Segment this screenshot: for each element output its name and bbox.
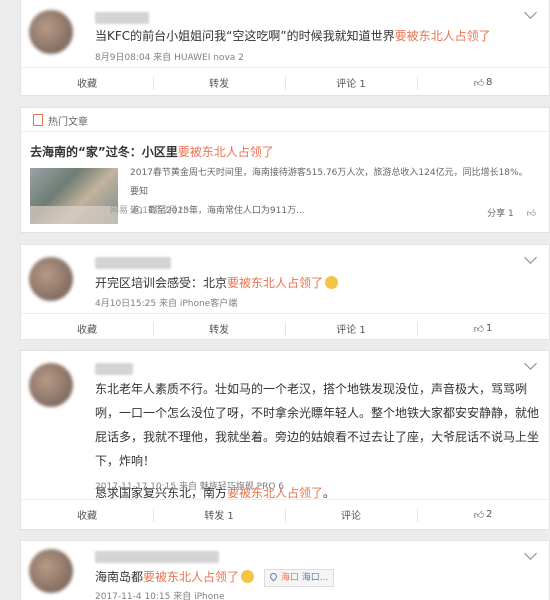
chevron-down-icon[interactable] (524, 6, 537, 19)
chevron-down-icon[interactable] (524, 251, 537, 264)
post-meta: 2017-11-17 10:15 来自 魅族轻巧旗舰 PRO 6 (95, 482, 285, 492)
thumbs-up-icon: 👍︎ (473, 323, 485, 335)
repost-button[interactable]: 转发 (153, 314, 285, 343)
like-button[interactable]: 👍︎ 8 (417, 68, 549, 97)
repost-button[interactable]: 转发 1 (153, 500, 285, 529)
comment-button[interactable]: 评论 (285, 500, 417, 529)
article-thumbnail[interactable] (30, 168, 118, 224)
post-card-4: 海南岛都要被东北人占领了 海口 海口... 2017-11-4 10:15 来自… (20, 540, 550, 600)
avatar[interactable] (29, 257, 73, 301)
highlight-link[interactable]: 要被东北人占领了 (143, 570, 239, 584)
share-button[interactable]: 分享 1 👍︎ (487, 206, 536, 219)
favorite-button[interactable]: 收藏 (21, 500, 153, 529)
action-bar: 收藏 转发 1 评论 👍︎ 2 (21, 499, 549, 529)
location-pin-icon (268, 571, 279, 582)
post-meta: 4月10日15:25 来自 iPhone客户端 (95, 299, 238, 309)
repost-button[interactable]: 转发 (153, 68, 285, 97)
username-blurred[interactable] (95, 363, 133, 375)
comment-button[interactable]: 评论 1 (285, 68, 417, 97)
article-source: 网易 2017年2月20日 (110, 206, 198, 216)
hot-article-header: 热门文章 (21, 108, 549, 132)
favorite-button[interactable]: 收藏 (21, 68, 153, 97)
comment-button[interactable]: 评论 1 (285, 314, 417, 343)
section-label: 热门文章 (48, 117, 88, 128)
highlight-link[interactable]: 要被东北人占领了 (227, 276, 323, 290)
favorite-button[interactable]: 收藏 (21, 314, 153, 343)
username-blurred[interactable] (95, 12, 149, 24)
post-card-3: 东北老年人素质不行。壮如马的一个老汉，搭个地铁发现没位，声音极大，骂骂咧咧，一口… (20, 350, 550, 530)
like-button[interactable]: 👍︎ 1 (417, 314, 549, 343)
username-blurred[interactable] (95, 257, 171, 269)
document-icon (33, 114, 43, 126)
post-card-1: 当KFC的前台小姐姐问我“空这吃啊”的时候我就知道世界要被东北人占领了 8月9日… (20, 0, 550, 96)
action-bar: 收藏 转发 评论 1 👍︎ 1 (21, 313, 549, 343)
post-text: 开完区培训会感受：北京要被东北人占领了 (95, 271, 535, 295)
avatar[interactable] (29, 10, 73, 54)
thumbs-up-icon: 👍︎ (473, 77, 485, 89)
post-meta: 2017-11-4 10:15 来自 iPhone (95, 592, 225, 600)
article-title[interactable]: 去海南的“家”过冬：小区里要被东北人占领了 (30, 143, 274, 160)
location-tag[interactable]: 海口 海口... (263, 569, 335, 587)
thumbs-up-icon: 👍︎ (473, 509, 485, 521)
chevron-down-icon[interactable] (524, 357, 537, 370)
username-blurred[interactable] (95, 551, 219, 563)
chevron-down-icon[interactable] (524, 547, 537, 560)
post-text: 当KFC的前台小姐姐问我“空这吃啊”的时候我就知道世界要被东北人占领了 (95, 29, 491, 43)
post-meta: 8月9日08:04 来自 HUAWEI nova 2 (95, 53, 244, 63)
avatar[interactable] (29, 549, 73, 593)
highlight-link[interactable]: 要被东北人占领了 (395, 29, 491, 43)
action-bar: 收藏 转发 评论 1 👍︎ 8 (21, 67, 549, 97)
post-card-2: 开完区培训会感受：北京要被东北人占领了 4月10日15:25 来自 iPhone… (20, 244, 550, 340)
emoji-icon (325, 276, 339, 289)
avatar[interactable] (29, 363, 73, 407)
post-text: 海南岛都要被东北人占领了 海口 海口... (95, 565, 535, 589)
thumbs-up-icon[interactable]: 👍︎ (527, 209, 536, 219)
emoji-icon (241, 570, 255, 583)
like-button[interactable]: 👍︎ 2 (417, 500, 549, 529)
